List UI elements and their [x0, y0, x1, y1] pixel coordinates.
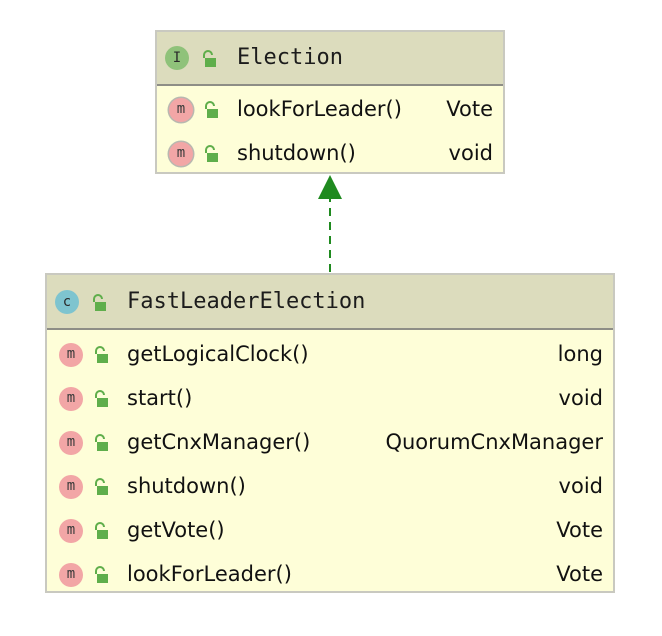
- class-icon: c: [55, 290, 79, 314]
- method-row: m getVote() Vote: [47, 509, 613, 553]
- method-return-type: QuorumCnxManager: [385, 430, 603, 454]
- method-name: lookForLeader(): [127, 562, 292, 586]
- class-title: FastLeaderElection: [127, 289, 366, 314]
- method-name: getCnxManager(): [127, 430, 311, 454]
- class-fastleaderelection-header: c FastLeaderElection: [47, 275, 613, 330]
- public-lock-icon: [95, 566, 108, 583]
- method-name: getLogicalClock(): [127, 342, 309, 366]
- class-fastleaderelection-box: c FastLeaderElection m getLogicalClock()…: [45, 273, 615, 593]
- method-row: m shutdown() void: [47, 465, 613, 509]
- public-lock-icon: [205, 145, 218, 162]
- method-return-type: Vote: [556, 562, 603, 586]
- method-name: shutdown(): [127, 474, 246, 498]
- public-lock-icon: [95, 390, 108, 407]
- method-row: m lookForLeader() Vote: [157, 88, 503, 132]
- method-icon: m: [59, 343, 83, 367]
- public-lock-icon: [203, 50, 216, 67]
- method-row: m getCnxManager() QuorumCnxManager: [47, 421, 613, 465]
- method-icon: m: [169, 98, 193, 122]
- public-lock-icon: [95, 346, 108, 363]
- method-name: getVote(): [127, 518, 225, 542]
- public-lock-icon: [205, 101, 218, 118]
- method-name: lookForLeader(): [237, 97, 402, 121]
- realization-arrowhead: [318, 175, 342, 199]
- method-icon: m: [59, 519, 83, 543]
- public-lock-icon: [95, 434, 108, 451]
- method-icon: m: [59, 431, 83, 455]
- interface-election-box: I Election m lookForLeader() Vote m shut…: [155, 30, 505, 174]
- method-row: m shutdown() void: [157, 132, 503, 176]
- method-row: m start() void: [47, 377, 613, 421]
- method-return-type: Vote: [446, 97, 493, 121]
- method-icon: m: [59, 563, 83, 587]
- interface-title: Election: [237, 45, 343, 70]
- method-row: m lookForLeader() Vote: [47, 553, 613, 597]
- method-return-type: long: [557, 342, 603, 366]
- method-return-type: void: [558, 386, 603, 410]
- method-return-type: void: [448, 141, 493, 165]
- method-return-type: void: [558, 474, 603, 498]
- public-lock-icon: [95, 522, 108, 539]
- method-return-type: Vote: [556, 518, 603, 542]
- method-icon: m: [169, 142, 193, 166]
- method-icon: m: [59, 387, 83, 411]
- method-icon: m: [59, 475, 83, 499]
- interface-icon: I: [165, 46, 189, 70]
- method-row: m getLogicalClock() long: [47, 333, 613, 377]
- method-name: shutdown(): [237, 141, 356, 165]
- public-lock-icon: [95, 478, 108, 495]
- interface-election-header: I Election: [157, 32, 503, 86]
- method-name: start(): [127, 386, 193, 410]
- public-lock-icon: [93, 294, 106, 311]
